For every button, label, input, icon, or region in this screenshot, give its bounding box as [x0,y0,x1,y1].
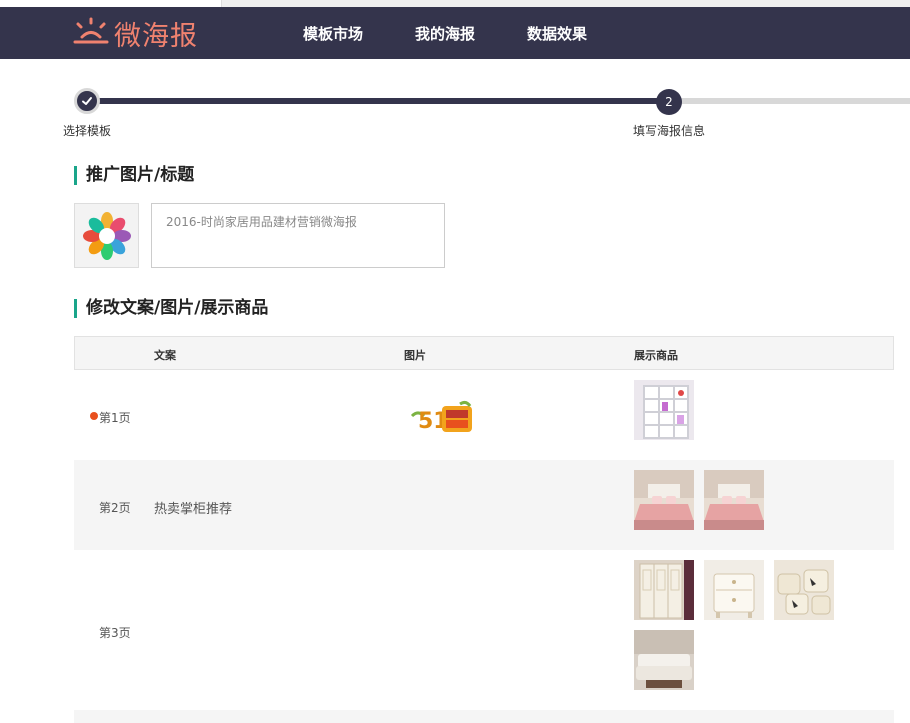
nav-data-results[interactable]: 数据效果 [527,23,587,44]
top-strip-bar [222,0,910,7]
pink-bed-product-image[interactable] [704,470,764,530]
top-tab [72,0,222,7]
wardrobe-product-image[interactable] [634,560,694,620]
progress-line-todo [668,98,910,104]
nav-template-market[interactable]: 模板市场 [303,23,363,44]
col-copy-header: 文案 [154,349,176,362]
table-row[interactable] [74,710,894,723]
active-page-dot [90,412,98,420]
promo-image[interactable] [74,203,139,268]
pink-bed-product-image[interactable] [634,470,694,530]
page-label: 第2页 [99,501,131,515]
table-row[interactable]: 第3页 [74,550,894,710]
table-row[interactable]: 第1页 51 [74,370,894,460]
browser-top-strip [0,0,910,7]
flower-logo-icon [82,211,131,260]
step-1-check[interactable] [74,88,100,114]
promo-section-title: 推广图片/标题 [74,166,194,185]
poster-title-input[interactable]: 2016-时尚家居用品建材营销微海报 [151,203,445,268]
page-label: 第3页 [99,626,131,640]
check-icon [82,97,92,105]
nightstand-product-image[interactable] [704,560,764,620]
table-row[interactable]: 第2页 热卖掌柜推荐 [74,460,894,550]
page-label: 第1页 [99,411,131,425]
table-header: 文案 图片 展示商品 [74,336,894,370]
top-navbar: 微海报 模板市场 我的海报 数据效果 [0,7,910,59]
step-2-label: 填写海报信息 [633,124,706,138]
sun-logo-icon [73,17,109,44]
logo-text: 微海报 [114,20,198,52]
nav-my-posters[interactable]: 我的海报 [415,23,475,44]
sofa-product-image[interactable] [634,630,694,690]
col-image-header: 图片 [404,349,426,362]
content-section-title: 修改文案/图片/展示商品 [74,299,268,318]
bookshelf-product-image[interactable] [634,380,694,440]
51-sale-banner-image[interactable]: 51 [408,398,476,438]
col-products-header: 展示商品 [634,349,678,362]
row-copy-text[interactable]: 热卖掌柜推荐 [154,498,232,517]
progress-line-done [86,98,670,104]
step-1-label: 选择模板 [63,124,112,138]
step-2-number[interactable]: 2 [656,89,682,115]
cushion-product-image[interactable] [774,560,834,620]
logo[interactable]: 微海报 [72,16,198,52]
